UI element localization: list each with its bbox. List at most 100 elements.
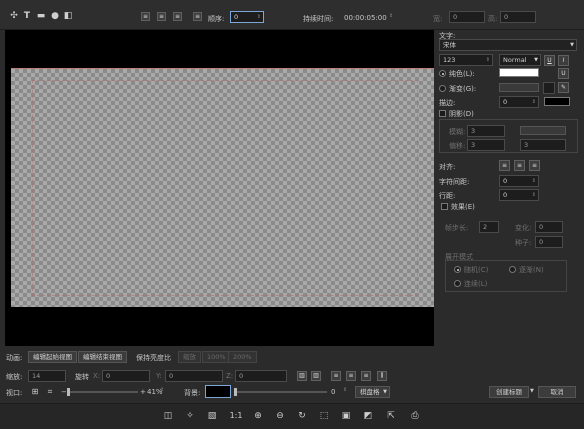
- background-color-swatch[interactable]: [205, 385, 231, 398]
- edit-start-view-button[interactable]: 编辑起始视图: [28, 351, 77, 363]
- select-region-icon[interactable]: ⬚: [318, 410, 330, 422]
- spacing-spinner-icon[interactable]: ⇕: [532, 176, 536, 186]
- step-input[interactable]: 2: [479, 221, 499, 233]
- shadow-checkbox[interactable]: [439, 110, 446, 117]
- ellipse-tool-icon[interactable]: ●: [50, 10, 60, 22]
- align-right-icon[interactable]: ≡: [529, 160, 540, 171]
- rotate-x-input[interactable]: 0: [102, 370, 150, 382]
- zoom-out-icon[interactable]: ⊖: [274, 410, 286, 422]
- edit-end-view-button[interactable]: 编辑结束视图: [78, 351, 127, 363]
- shadow-color-swatch[interactable]: [520, 126, 566, 135]
- italic-button[interactable]: I: [558, 55, 569, 66]
- align-center-obj-icon[interactable]: ≡: [346, 371, 356, 381]
- order-input[interactable]: 0 ⇕: [230, 11, 264, 23]
- opacity-slider-handle[interactable]: [234, 388, 237, 396]
- properties-panel: 文字: 宋体 ▼ 123 ⇕ Normal ▼ U I 纯色(L): U 渐变(…: [436, 30, 584, 346]
- scale-input[interactable]: 14: [28, 370, 66, 382]
- create-title-button[interactable]: 创建标题: [489, 386, 529, 398]
- align-left-obj-icon[interactable]: ≡: [331, 371, 341, 381]
- offset-input-1[interactable]: 3: [467, 139, 505, 151]
- background-label: 背景:: [184, 389, 201, 397]
- eyedropper-icon[interactable]: ✎: [558, 82, 569, 93]
- underline-button[interactable]: U: [544, 55, 555, 66]
- text-tool-icon[interactable]: T: [22, 10, 32, 22]
- snapshot-icon[interactable]: ▣: [340, 410, 352, 422]
- font-size-spinner-icon[interactable]: ⇕: [486, 55, 490, 65]
- print-icon[interactable]: ⎙: [409, 410, 421, 422]
- gradient-swatch[interactable]: [499, 83, 539, 92]
- offset-input-2[interactable]: 3: [520, 139, 566, 151]
- effect-checkbox[interactable]: [441, 203, 448, 210]
- solid-color-swatch[interactable]: [499, 68, 539, 77]
- zoom-200-button[interactable]: 200%: [228, 351, 257, 363]
- align-top-icon[interactable]: ▥: [297, 371, 307, 381]
- align-bottom-icon[interactable]: ▥: [311, 371, 321, 381]
- font-style-select[interactable]: Normal ▼: [499, 54, 541, 66]
- move-tool-icon[interactable]: ✣: [9, 10, 19, 22]
- zoom-in-icon[interactable]: ⊕: [252, 410, 264, 422]
- create-title-chevron-icon[interactable]: ▼: [530, 388, 534, 394]
- zoom-slider[interactable]: [67, 388, 138, 396]
- one-to-one-icon[interactable]: 1:1: [229, 410, 243, 422]
- stroke-color-swatch[interactable]: [544, 97, 570, 106]
- align-right-obj-icon[interactable]: ≡: [361, 371, 371, 381]
- split-view-icon[interactable]: ◫: [162, 410, 174, 422]
- cancel-button[interactable]: 取消: [538, 386, 576, 398]
- rotate-z-input[interactable]: 0: [235, 370, 287, 382]
- animation-label: 动画:: [6, 354, 23, 362]
- line-value: 0: [503, 191, 508, 199]
- solid-color-radio[interactable]: [439, 70, 446, 77]
- zoom-slider-handle[interactable]: [67, 388, 70, 396]
- width-input[interactable]: 0: [449, 11, 485, 23]
- font-name-select[interactable]: 宋体 ▼: [439, 39, 577, 51]
- rotate-y-input[interactable]: 0: [165, 370, 223, 382]
- align-left-icon[interactable]: ≡: [499, 160, 510, 171]
- opacity-slider[interactable]: [234, 388, 327, 396]
- duration-spinner-icon[interactable]: ⇕: [389, 13, 393, 19]
- seed-input[interactable]: 0: [535, 236, 563, 248]
- zoom-spinner-icon[interactable]: ⇕: [160, 387, 164, 393]
- change-input[interactable]: 0: [535, 221, 563, 233]
- distribute-icon[interactable]: ⫼: [377, 371, 387, 381]
- color-picker-icon[interactable]: U: [558, 68, 569, 79]
- gradient-select[interactable]: 渐变: [543, 82, 555, 94]
- zoom-plus-icon[interactable]: +: [140, 388, 146, 396]
- zoom-minus-icon[interactable]: −: [61, 388, 67, 396]
- bring-forward-icon[interactable]: ≡: [141, 12, 150, 21]
- fit-view-icon[interactable]: ⊞: [30, 386, 40, 398]
- align-center-icon[interactable]: ≡: [514, 160, 525, 171]
- duration-value[interactable]: 00:00:05:00: [344, 14, 387, 22]
- image-tool-icon[interactable]: ◧: [63, 10, 73, 22]
- line-spinner-icon[interactable]: ⇕: [532, 190, 536, 200]
- keep-ratio-label[interactable]: 保持亮度比: [136, 353, 171, 363]
- send-backward-icon[interactable]: ≡: [157, 12, 166, 21]
- stroke-spinner-icon[interactable]: ⇕: [532, 97, 536, 107]
- export-icon[interactable]: ⇱: [385, 410, 397, 422]
- chevron-down-icon: ▼: [383, 389, 387, 395]
- expand-view-icon[interactable]: ⌗: [45, 386, 55, 398]
- send-back-icon[interactable]: ≡: [193, 12, 202, 21]
- gradual-radio[interactable]: [509, 266, 516, 273]
- canvas-area[interactable]: [5, 30, 434, 346]
- transform-row: 缩放: 14 旋转 X: 0 Y: 0 Z: 0 ▥ ▥ ≡ ≡ ≡ ⫼: [0, 369, 436, 383]
- line-input[interactable]: 0 ⇕: [499, 189, 539, 201]
- magic-wand-icon[interactable]: ✧: [184, 410, 196, 422]
- blur-input[interactable]: 3: [467, 125, 505, 137]
- image-icon[interactable]: ▧: [206, 410, 218, 422]
- gradient-radio[interactable]: [439, 85, 446, 92]
- bring-front-icon[interactable]: ≡: [173, 12, 182, 21]
- capture-icon[interactable]: ◩: [362, 410, 374, 422]
- rotate-icon[interactable]: ↻: [296, 410, 308, 422]
- rectangle-tool-icon[interactable]: ▬: [36, 10, 46, 22]
- background-mode-select[interactable]: 棋盘格 ▼: [355, 386, 390, 398]
- font-size-input[interactable]: 123 ⇕: [439, 54, 493, 66]
- random-radio[interactable]: [454, 266, 461, 273]
- height-input[interactable]: 0: [500, 11, 536, 23]
- consecutive-radio[interactable]: [454, 280, 461, 287]
- order-spinner-icon[interactable]: ⇕: [257, 12, 261, 22]
- stroke-input[interactable]: 0 ⇕: [499, 96, 539, 108]
- spacing-input[interactable]: 0 ⇕: [499, 175, 539, 187]
- opacity-spinner-icon[interactable]: ⇕: [343, 387, 347, 393]
- zoom-fit-button[interactable]: 缩放: [178, 351, 201, 363]
- zoom-100-button[interactable]: 100%: [202, 351, 231, 363]
